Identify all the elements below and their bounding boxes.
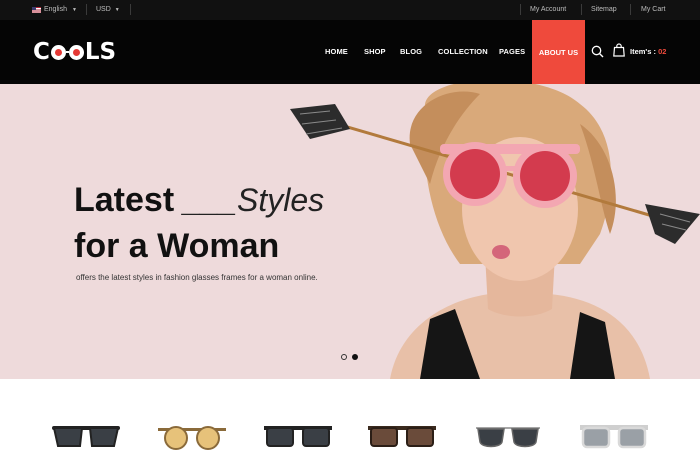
divider: [520, 4, 521, 15]
divider: [86, 4, 87, 15]
hero-title-blank: ___: [183, 182, 237, 218]
cart-count[interactable]: Item's : 02: [630, 47, 666, 56]
nav-collection[interactable]: COLLECTION: [438, 47, 488, 56]
main-header: C LS HOME SHOP BLOG COLLECTION PAGES ABO…: [0, 20, 700, 84]
product-black-wayfarer-sunglasses[interactable]: [50, 420, 122, 450]
sitemap-link[interactable]: Sitemap: [591, 6, 617, 13]
caret-down-icon: ▼: [114, 7, 120, 13]
nav-pages[interactable]: PAGES: [499, 47, 525, 56]
cart-count-value: 02: [658, 47, 667, 56]
product-tan-round-sunglasses[interactable]: [156, 420, 228, 450]
divider: [581, 4, 582, 15]
hero-subtitle: offers the latest styles in fashion glas…: [76, 273, 318, 282]
hero-title-bold: Latest: [74, 181, 175, 219]
divider: [630, 4, 631, 15]
search-icon[interactable]: [591, 45, 604, 58]
nav-blog[interactable]: BLOG: [400, 47, 422, 56]
product-black-square-sunglasses[interactable]: [262, 420, 334, 450]
language-label: English: [44, 6, 67, 13]
product-black-aviator-sunglasses[interactable]: [472, 420, 544, 450]
hero-title-line-1: Latest ___Styles: [74, 181, 324, 220]
top-utility-bar: English ▼ USD ▼ My Account Sitemap My Ca…: [0, 0, 700, 20]
nav-shop[interactable]: SHOP: [364, 47, 386, 56]
caret-down-icon: ▼: [71, 6, 77, 13]
hero-model-image: [290, 84, 700, 379]
slider-dot-1[interactable]: [341, 354, 347, 360]
main-nav: HOME SHOP BLOG COLLECTION PAGES ABOUT US…: [0, 20, 700, 84]
us-flag-icon: [32, 6, 41, 13]
hero-title-light: Styles: [236, 182, 325, 218]
my-cart-link[interactable]: My Cart: [641, 6, 666, 13]
hero-slider: Latest ___Styles for a Woman offers the …: [0, 84, 700, 379]
currency-selector[interactable]: USD ▼: [96, 6, 120, 13]
product-brown-square-sunglasses[interactable]: [366, 420, 438, 450]
product-carousel: [0, 379, 700, 450]
cart-count-label: Item's :: [630, 47, 656, 56]
shopping-bag-icon[interactable]: [613, 43, 625, 57]
language-selector[interactable]: English ▼: [32, 6, 77, 13]
product-grey-square-sunglasses[interactable]: [578, 420, 650, 450]
currency-label: USD: [96, 6, 111, 13]
my-account-link[interactable]: My Account: [530, 6, 566, 13]
nav-about-us[interactable]: ABOUT US: [532, 20, 585, 84]
hero-title-line-2: for a Woman: [74, 227, 280, 265]
divider: [130, 4, 131, 15]
nav-home[interactable]: HOME: [325, 47, 348, 56]
slider-dot-2[interactable]: [352, 354, 358, 360]
